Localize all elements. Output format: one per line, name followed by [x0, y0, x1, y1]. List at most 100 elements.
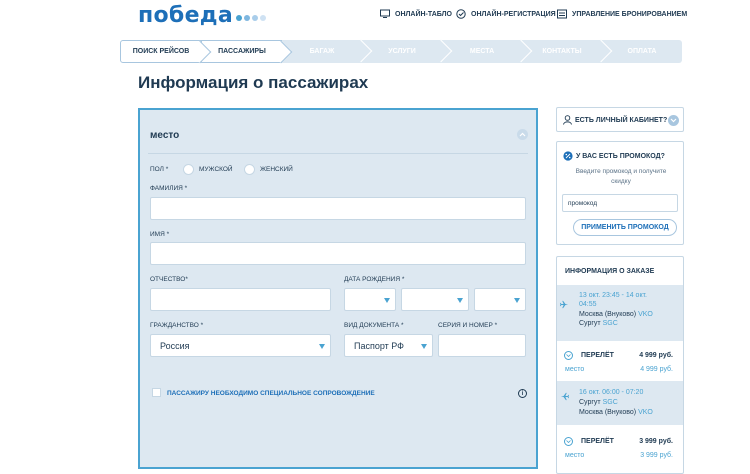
plane-icon: [560, 392, 569, 401]
chevron-down-icon[interactable]: [564, 437, 573, 446]
flight-from: Сургут SGC: [579, 399, 618, 406]
flight-time: 13 окт. 23:45 - 14 окт.: [579, 292, 647, 299]
flight-outbound-price: ПЕРЕЛЁТ 4 999 руб. место 4 999 руб.: [557, 341, 683, 379]
online-checkin-link[interactable]: ОНЛАЙН-РЕГИСТРАЦИЯ: [456, 9, 556, 19]
doctype-value: Паспорт РФ: [354, 341, 405, 351]
step-passengers[interactable]: ПАССАЖИРЫ: [202, 40, 293, 64]
gender-male-radio[interactable]: [183, 164, 194, 175]
patronymic-input[interactable]: [150, 288, 331, 311]
user-icon: [563, 115, 572, 125]
flight-price: 3 999 руб.: [639, 438, 673, 445]
citizenship-select[interactable]: Россия: [150, 334, 331, 357]
collapse-toggle[interactable]: [517, 129, 528, 140]
logo-dot: [252, 15, 259, 21]
passenger-heading: место: [150, 130, 180, 141]
check-circle-icon: [456, 9, 466, 19]
promo-hint-line1: Введите промокод и получите: [575, 168, 667, 175]
seat-label: место: [565, 366, 585, 373]
gender-label: ПОЛ *: [150, 166, 169, 173]
docnum-input[interactable]: [438, 334, 526, 357]
flight-label: ПЕРЕЛЁТ: [581, 352, 614, 359]
online-board-link[interactable]: ОНЛАЙН-ТАБЛО: [380, 9, 452, 19]
promo-hint-line2: скидку: [611, 178, 631, 185]
passenger-form: место ПОЛ * МУЖСКОЙ ЖЕНСКИЙ ФАМИЛИЯ * ИМ…: [138, 108, 538, 469]
birthdate-label: ДАТА РОЖДЕНИЯ *: [344, 276, 405, 283]
online-board-label: ОНЛАЙН-ТАБЛО: [395, 10, 452, 18]
step-label: ПАССАЖИРЫ: [218, 48, 266, 55]
booking-steps: ПОИСК РЕЙСОВ ПАССАЖИРЫ БАГАЖ УСЛУГИ МЕСТ…: [120, 39, 682, 64]
flight-from: Москва (Внуково) VKO: [579, 311, 653, 318]
order-title: ИНФОРМАЦИЯ О ЗАКАЗЕ: [565, 268, 655, 275]
promo-title: У ВАС ЕСТЬ ПРОМОКОД?: [576, 153, 665, 160]
doctype-label: ВИД ДОКУМЕНТА *: [344, 322, 404, 329]
gender-male-label: МУЖСКОЙ: [199, 166, 233, 173]
logo-dot: [260, 15, 267, 21]
step-search[interactable]: ПОИСК РЕЙСОВ: [120, 40, 212, 64]
flight-time: 16 окт. 06:00 - 07:20: [579, 389, 644, 396]
flight-return: 16 окт. 06:00 - 07:20 Сургут SGC Москва …: [557, 381, 683, 425]
doctype-select[interactable]: Паспорт РФ: [344, 334, 433, 357]
info-icon[interactable]: i: [518, 389, 527, 398]
citizenship-value: Россия: [160, 341, 190, 351]
gender-female-label: ЖЕНСКИЙ: [260, 166, 293, 173]
plane-icon: [560, 300, 569, 309]
surname-input[interactable]: [150, 197, 526, 220]
flight-to: Москва (Внуково) VKO: [579, 409, 653, 416]
flight-time-end: 04:55: [579, 301, 597, 308]
caret-down-icon: [421, 344, 427, 349]
order-card: ИНФОРМАЦИЯ О ЗАКАЗЕ 13 окт. 23:45 - 14 о…: [556, 256, 684, 474]
promo-card: У ВАС ЕСТЬ ПРОМОКОД? Введите промокод и …: [556, 141, 684, 245]
caret-down-icon: [384, 298, 390, 303]
flight-return-price: ПЕРЕЛЁТ 3 999 руб. место 3 999 руб.: [557, 427, 683, 465]
special-assistance-checkbox[interactable]: [152, 388, 161, 397]
step-label: ПОИСК РЕЙСОВ: [132, 48, 190, 55]
step-seats[interactable]: МЕСТА: [442, 39, 533, 63]
monitor-icon: [380, 9, 390, 18]
logo-dots: [236, 15, 268, 21]
seat-label: место: [565, 452, 585, 459]
apply-promo-button[interactable]: ПРИМЕНИТЬ ПРОМОКОД: [573, 219, 677, 236]
account-label: ЕСТЬ ЛИЧНЫЙ КАБИНЕТ?: [575, 117, 668, 124]
birth-day-select[interactable]: [344, 288, 396, 311]
online-checkin-label: ОНЛАЙН-РЕГИСТРАЦИЯ: [471, 10, 556, 18]
step-baggage[interactable]: БАГАЖ: [282, 39, 373, 63]
percent-icon: [563, 151, 573, 161]
caret-down-icon: [319, 344, 325, 349]
list-icon: [557, 9, 567, 19]
account-card[interactable]: ЕСТЬ ЛИЧНЫЙ КАБИНЕТ?: [556, 107, 684, 132]
patronymic-label: ОТЧЕСТВО*: [150, 276, 188, 283]
birth-month-select[interactable]: [401, 288, 469, 311]
promo-input[interactable]: промокод: [562, 194, 678, 212]
surname-label: ФАМИЛИЯ *: [150, 185, 188, 192]
step-services[interactable]: УСЛУГИ: [362, 39, 453, 63]
gender-female-radio[interactable]: [244, 164, 255, 175]
chevron-down-icon: [668, 115, 679, 126]
seat-price: 4 999 руб.: [640, 366, 673, 373]
manage-booking-link[interactable]: УПРАВЛЕНИЕ БРОНИРОВАНИЕМ: [557, 9, 687, 19]
flight-label: ПЕРЕЛЁТ: [581, 438, 614, 445]
divider: [148, 153, 528, 154]
chevron-down-icon[interactable]: [564, 351, 573, 360]
flight-price: 4 999 руб.: [639, 352, 673, 359]
docnum-label: СЕРИЯ И НОМЕР *: [438, 322, 498, 329]
step-label: МЕСТА: [469, 48, 495, 55]
step-label: КОНТАКТЫ: [542, 48, 582, 55]
logo-dot: [236, 15, 243, 21]
page-title: Информация о пассажирах: [138, 73, 369, 92]
chevron-up-icon: [519, 132, 526, 137]
manage-booking-label: УПРАВЛЕНИЕ БРОНИРОВАНИЕМ: [572, 10, 688, 18]
step-label: БАГАЖ: [309, 48, 335, 55]
special-assistance-label[interactable]: ПАССАЖИРУ НЕОБХОДИМО СПЕЦИАЛЬНОЕ СОПРОВО…: [167, 390, 375, 397]
name-input[interactable]: [150, 242, 526, 265]
logo-dot: [244, 15, 251, 21]
caret-down-icon: [457, 298, 463, 303]
pobeda-logo[interactable]: победа: [138, 3, 268, 28]
caret-down-icon: [514, 298, 520, 303]
birth-year-select[interactable]: [474, 288, 526, 311]
step-contacts[interactable]: КОНТАКТЫ: [522, 39, 613, 63]
step-payment[interactable]: ОПЛАТА: [602, 40, 682, 63]
name-label: ИМЯ *: [150, 231, 170, 238]
citizenship-label: ГРАЖДАНСТВО *: [150, 322, 204, 329]
flight-outbound: 13 окт. 23:45 - 14 окт. 04:55 Москва (Вн…: [557, 285, 683, 341]
step-label: УСЛУГИ: [388, 48, 416, 55]
